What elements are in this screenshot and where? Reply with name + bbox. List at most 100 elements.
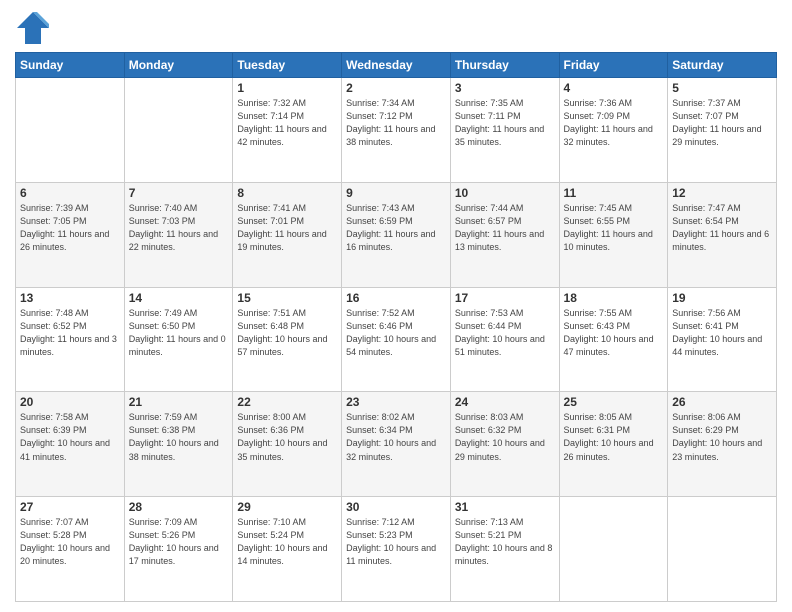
day-number: 29	[237, 500, 337, 514]
weekday-header-monday: Monday	[124, 53, 233, 78]
day-cell: 8 Sunrise: 7:41 AM Sunset: 7:01 PM Daylig…	[233, 182, 342, 287]
day-number: 11	[564, 186, 664, 200]
day-info: Sunrise: 8:06 AM Sunset: 6:29 PM Dayligh…	[672, 411, 772, 463]
day-info: Sunrise: 7:13 AM Sunset: 5:21 PM Dayligh…	[455, 516, 555, 568]
day-cell: 31 Sunrise: 7:13 AM Sunset: 5:21 PM Dayli…	[450, 497, 559, 602]
day-number: 12	[672, 186, 772, 200]
weekday-header-friday: Friday	[559, 53, 668, 78]
logo-icon	[15, 10, 51, 46]
day-info: Sunrise: 7:39 AM Sunset: 7:05 PM Dayligh…	[20, 202, 120, 254]
day-info: Sunrise: 8:00 AM Sunset: 6:36 PM Dayligh…	[237, 411, 337, 463]
day-cell: 28 Sunrise: 7:09 AM Sunset: 5:26 PM Dayli…	[124, 497, 233, 602]
week-row-2: 6 Sunrise: 7:39 AM Sunset: 7:05 PM Daylig…	[16, 182, 777, 287]
day-number: 17	[455, 291, 555, 305]
day-cell: 3 Sunrise: 7:35 AM Sunset: 7:11 PM Daylig…	[450, 78, 559, 183]
header	[15, 10, 777, 46]
weekday-header-tuesday: Tuesday	[233, 53, 342, 78]
day-info: Sunrise: 7:52 AM Sunset: 6:46 PM Dayligh…	[346, 307, 446, 359]
day-number: 30	[346, 500, 446, 514]
day-number: 24	[455, 395, 555, 409]
day-number: 22	[237, 395, 337, 409]
logo	[15, 10, 51, 46]
day-info: Sunrise: 7:48 AM Sunset: 6:52 PM Dayligh…	[20, 307, 120, 359]
day-number: 2	[346, 81, 446, 95]
day-info: Sunrise: 7:10 AM Sunset: 5:24 PM Dayligh…	[237, 516, 337, 568]
day-info: Sunrise: 7:51 AM Sunset: 6:48 PM Dayligh…	[237, 307, 337, 359]
day-info: Sunrise: 7:47 AM Sunset: 6:54 PM Dayligh…	[672, 202, 772, 254]
day-info: Sunrise: 8:03 AM Sunset: 6:32 PM Dayligh…	[455, 411, 555, 463]
day-cell: 7Sunrise: 7:40 AM Sunset: 7:03 PM Daylig…	[124, 182, 233, 287]
day-number: 9	[346, 186, 446, 200]
calendar-table: SundayMondayTuesdayWednesdayThursdayFrid…	[15, 52, 777, 602]
day-cell: 9 Sunrise: 7:43 AM Sunset: 6:59 PM Daylig…	[342, 182, 451, 287]
day-cell: 29 Sunrise: 7:10 AM Sunset: 5:24 PM Dayli…	[233, 497, 342, 602]
week-row-4: 20Sunrise: 7:58 AM Sunset: 6:39 PM Dayli…	[16, 392, 777, 497]
day-cell: 22 Sunrise: 8:00 AM Sunset: 6:36 PM Dayli…	[233, 392, 342, 497]
day-number: 14	[129, 291, 229, 305]
day-cell	[559, 497, 668, 602]
day-number: 15	[237, 291, 337, 305]
day-cell: 14 Sunrise: 7:49 AM Sunset: 6:50 PM Dayli…	[124, 287, 233, 392]
day-cell: 13 Sunrise: 7:48 AM Sunset: 6:52 PM Dayli…	[16, 287, 125, 392]
day-number: 4	[564, 81, 664, 95]
day-number: 7	[129, 186, 229, 200]
day-info: Sunrise: 7:09 AM Sunset: 5:26 PM Dayligh…	[129, 516, 229, 568]
day-cell: 25Sunrise: 8:05 AM Sunset: 6:31 PM Dayli…	[559, 392, 668, 497]
day-cell: 10Sunrise: 7:44 AM Sunset: 6:57 PM Dayli…	[450, 182, 559, 287]
day-number: 27	[20, 500, 120, 514]
day-number: 19	[672, 291, 772, 305]
weekday-header-wednesday: Wednesday	[342, 53, 451, 78]
day-number: 25	[564, 395, 664, 409]
day-info: Sunrise: 7:45 AM Sunset: 6:55 PM Dayligh…	[564, 202, 664, 254]
day-number: 6	[20, 186, 120, 200]
day-info: Sunrise: 7:41 AM Sunset: 7:01 PM Dayligh…	[237, 202, 337, 254]
day-cell: 30Sunrise: 7:12 AM Sunset: 5:23 PM Dayli…	[342, 497, 451, 602]
day-info: Sunrise: 7:53 AM Sunset: 6:44 PM Dayligh…	[455, 307, 555, 359]
day-cell: 5Sunrise: 7:37 AM Sunset: 7:07 PM Daylig…	[668, 78, 777, 183]
day-cell: 24 Sunrise: 8:03 AM Sunset: 6:32 PM Dayli…	[450, 392, 559, 497]
day-cell: 12 Sunrise: 7:47 AM Sunset: 6:54 PM Dayli…	[668, 182, 777, 287]
day-info: Sunrise: 7:35 AM Sunset: 7:11 PM Dayligh…	[455, 97, 555, 149]
day-cell: 23Sunrise: 8:02 AM Sunset: 6:34 PM Dayli…	[342, 392, 451, 497]
day-cell: 6 Sunrise: 7:39 AM Sunset: 7:05 PM Daylig…	[16, 182, 125, 287]
day-number: 31	[455, 500, 555, 514]
day-cell: 17 Sunrise: 7:53 AM Sunset: 6:44 PM Dayli…	[450, 287, 559, 392]
page: SundayMondayTuesdayWednesdayThursdayFrid…	[0, 0, 792, 612]
weekday-header-sunday: Sunday	[16, 53, 125, 78]
day-cell: 1Sunrise: 7:32 AM Sunset: 7:14 PM Daylig…	[233, 78, 342, 183]
day-info: Sunrise: 7:34 AM Sunset: 7:12 PM Dayligh…	[346, 97, 446, 149]
day-number: 3	[455, 81, 555, 95]
day-cell: 26 Sunrise: 8:06 AM Sunset: 6:29 PM Dayli…	[668, 392, 777, 497]
day-info: Sunrise: 7:37 AM Sunset: 7:07 PM Dayligh…	[672, 97, 772, 149]
day-number: 10	[455, 186, 555, 200]
day-cell: 16Sunrise: 7:52 AM Sunset: 6:46 PM Dayli…	[342, 287, 451, 392]
day-cell: 18 Sunrise: 7:55 AM Sunset: 6:43 PM Dayli…	[559, 287, 668, 392]
day-number: 1	[237, 81, 337, 95]
weekday-header-saturday: Saturday	[668, 53, 777, 78]
day-info: Sunrise: 7:58 AM Sunset: 6:39 PM Dayligh…	[20, 411, 120, 463]
day-number: 13	[20, 291, 120, 305]
day-cell: 20Sunrise: 7:58 AM Sunset: 6:39 PM Dayli…	[16, 392, 125, 497]
day-cell: 2 Sunrise: 7:34 AM Sunset: 7:12 PM Daylig…	[342, 78, 451, 183]
day-cell: 21Sunrise: 7:59 AM Sunset: 6:38 PM Dayli…	[124, 392, 233, 497]
day-number: 26	[672, 395, 772, 409]
day-info: Sunrise: 7:56 AM Sunset: 6:41 PM Dayligh…	[672, 307, 772, 359]
day-number: 8	[237, 186, 337, 200]
day-number: 21	[129, 395, 229, 409]
day-cell: 19 Sunrise: 7:56 AM Sunset: 6:41 PM Dayli…	[668, 287, 777, 392]
day-cell	[16, 78, 125, 183]
weekday-header-row: SundayMondayTuesdayWednesdayThursdayFrid…	[16, 53, 777, 78]
day-info: Sunrise: 7:55 AM Sunset: 6:43 PM Dayligh…	[564, 307, 664, 359]
day-number: 28	[129, 500, 229, 514]
day-number: 18	[564, 291, 664, 305]
day-cell: 27 Sunrise: 7:07 AM Sunset: 5:28 PM Dayli…	[16, 497, 125, 602]
day-cell	[124, 78, 233, 183]
day-info: Sunrise: 7:49 AM Sunset: 6:50 PM Dayligh…	[129, 307, 229, 359]
week-row-5: 27 Sunrise: 7:07 AM Sunset: 5:28 PM Dayli…	[16, 497, 777, 602]
day-info: Sunrise: 7:07 AM Sunset: 5:28 PM Dayligh…	[20, 516, 120, 568]
day-cell: 15 Sunrise: 7:51 AM Sunset: 6:48 PM Dayli…	[233, 287, 342, 392]
weekday-header-thursday: Thursday	[450, 53, 559, 78]
day-info: Sunrise: 8:02 AM Sunset: 6:34 PM Dayligh…	[346, 411, 446, 463]
day-info: Sunrise: 7:43 AM Sunset: 6:59 PM Dayligh…	[346, 202, 446, 254]
day-cell	[668, 497, 777, 602]
